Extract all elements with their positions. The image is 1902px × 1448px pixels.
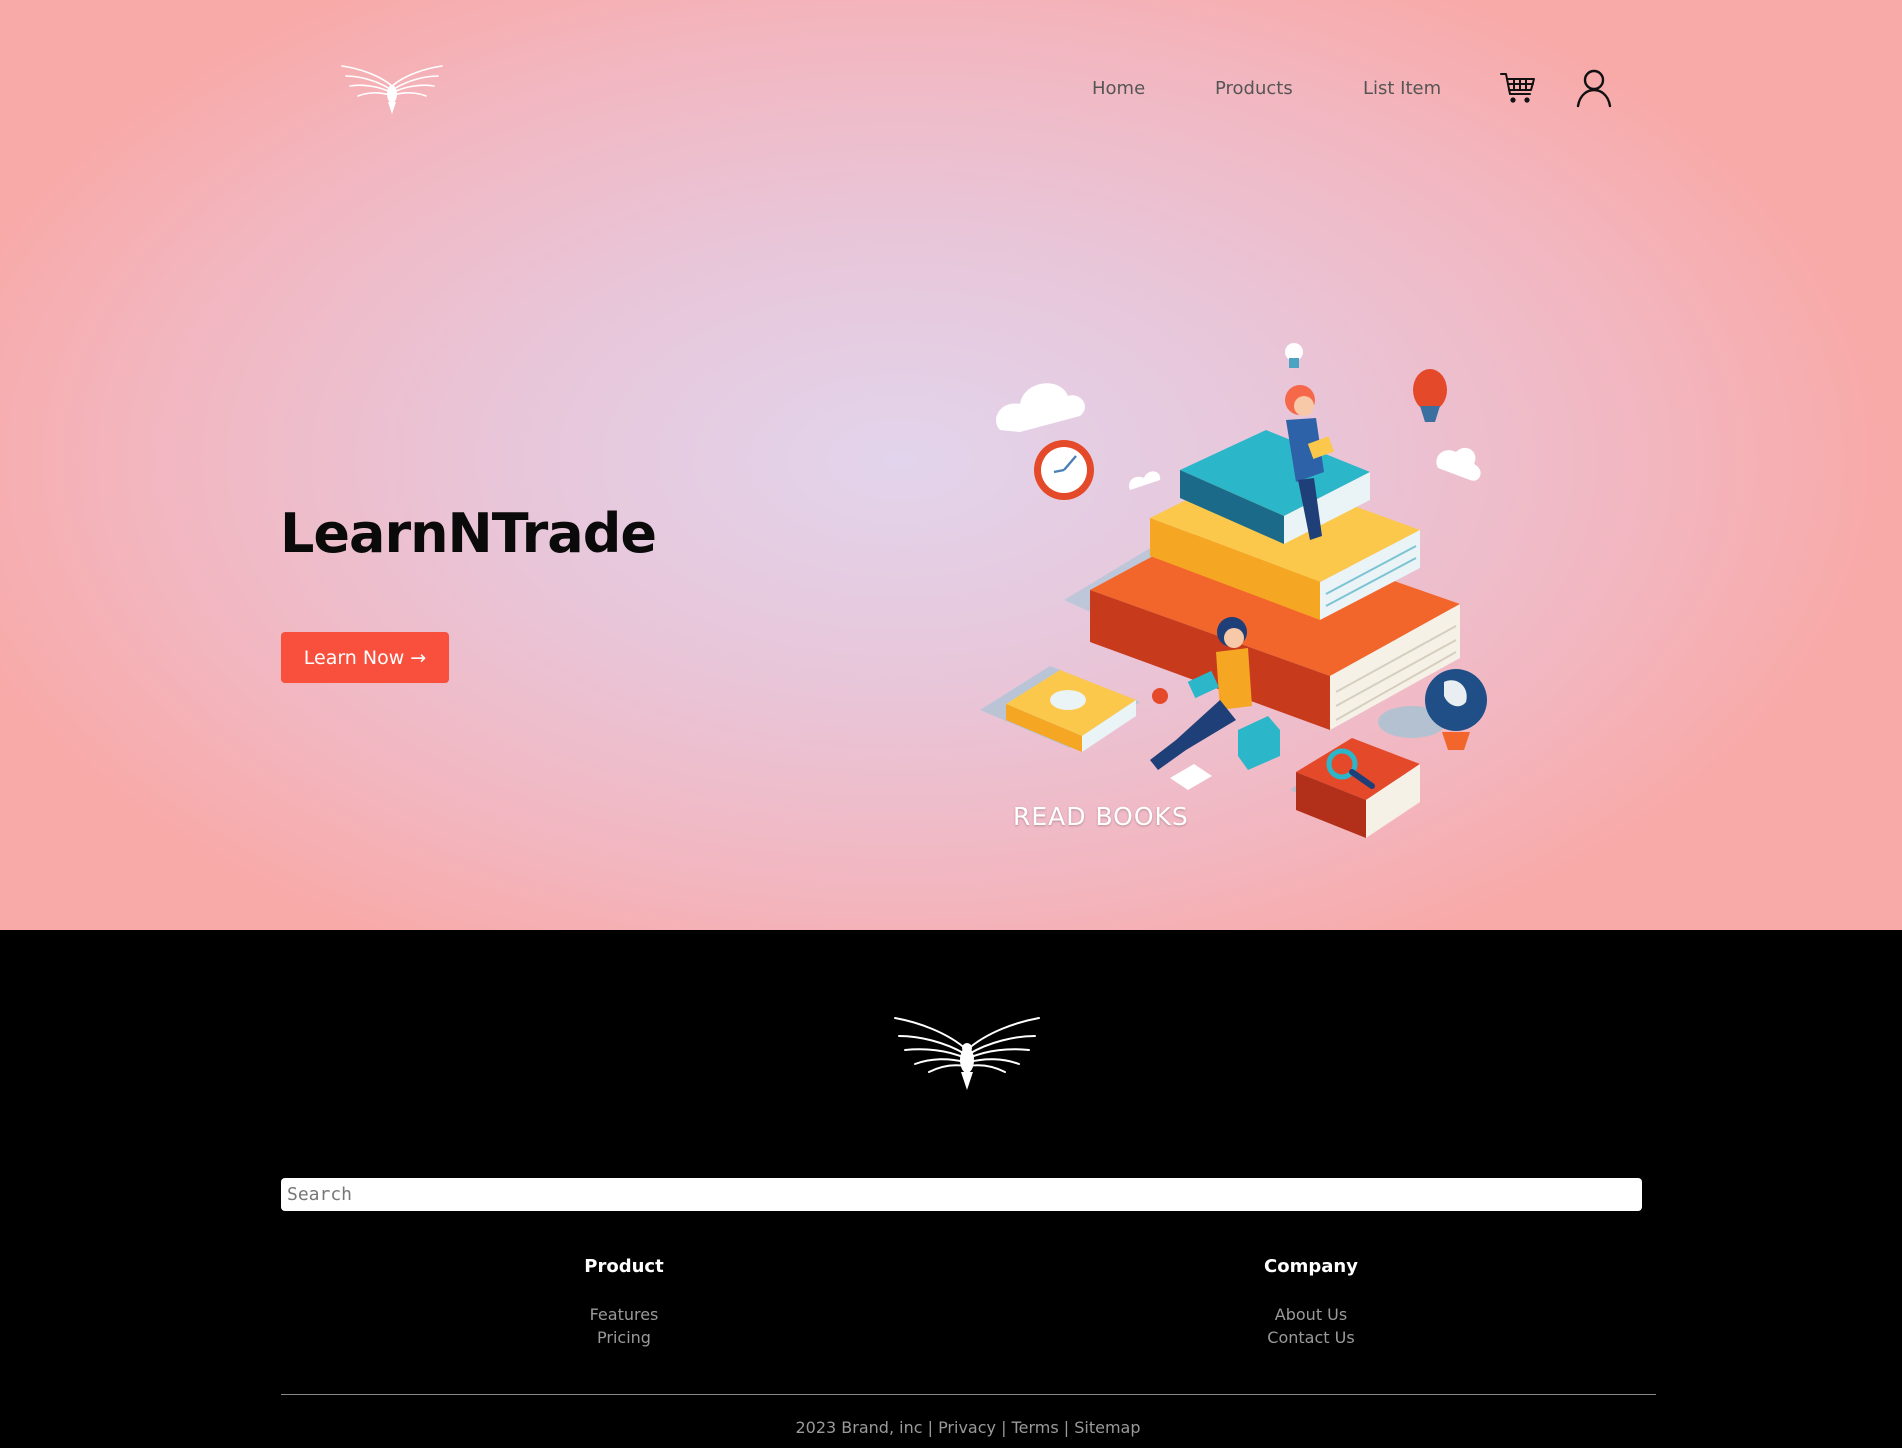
learn-now-button[interactable]: Learn Now → — [281, 632, 449, 683]
cart-icon[interactable] — [1500, 70, 1536, 106]
footer-link-pricing[interactable]: Pricing — [504, 1326, 744, 1349]
footer-divider — [281, 1394, 1656, 1395]
footer-link-contact-us[interactable]: Contact Us — [1191, 1326, 1431, 1349]
nav-products-link[interactable]: Products — [1215, 78, 1293, 99]
nav-home-link[interactable]: Home — [1092, 78, 1145, 99]
hero-title: LearnNTrade — [280, 502, 657, 565]
footer-column-heading: Product — [584, 1256, 664, 1277]
read-books-illustration — [980, 343, 1487, 838]
footer-column-product: Product Features Pricing — [504, 1256, 744, 1349]
illustration-caption: READ BOOKS — [1013, 802, 1189, 831]
eagle-logo-icon[interactable] — [893, 1014, 1041, 1092]
footer-copyright: 2023 Brand, inc | Privacy | Terms | Site… — [795, 1418, 1141, 1437]
user-icon[interactable] — [1576, 68, 1612, 108]
site-footer: Product Features Pricing Company About U… — [0, 930, 1902, 1448]
nav-list-item-link[interactable]: List Item — [1363, 78, 1441, 99]
eagle-logo-icon[interactable] — [340, 60, 444, 116]
footer-link-features[interactable]: Features — [504, 1303, 744, 1326]
footer-column-company: Company About Us Contact Us — [1191, 1256, 1431, 1349]
hero-section: Home Products List Item LearnNTrade Lear… — [0, 0, 1902, 930]
footer-link-about-us[interactable]: About Us — [1191, 1303, 1431, 1326]
search-input[interactable] — [281, 1178, 1642, 1211]
footer-column-heading: Company — [1264, 1256, 1358, 1277]
